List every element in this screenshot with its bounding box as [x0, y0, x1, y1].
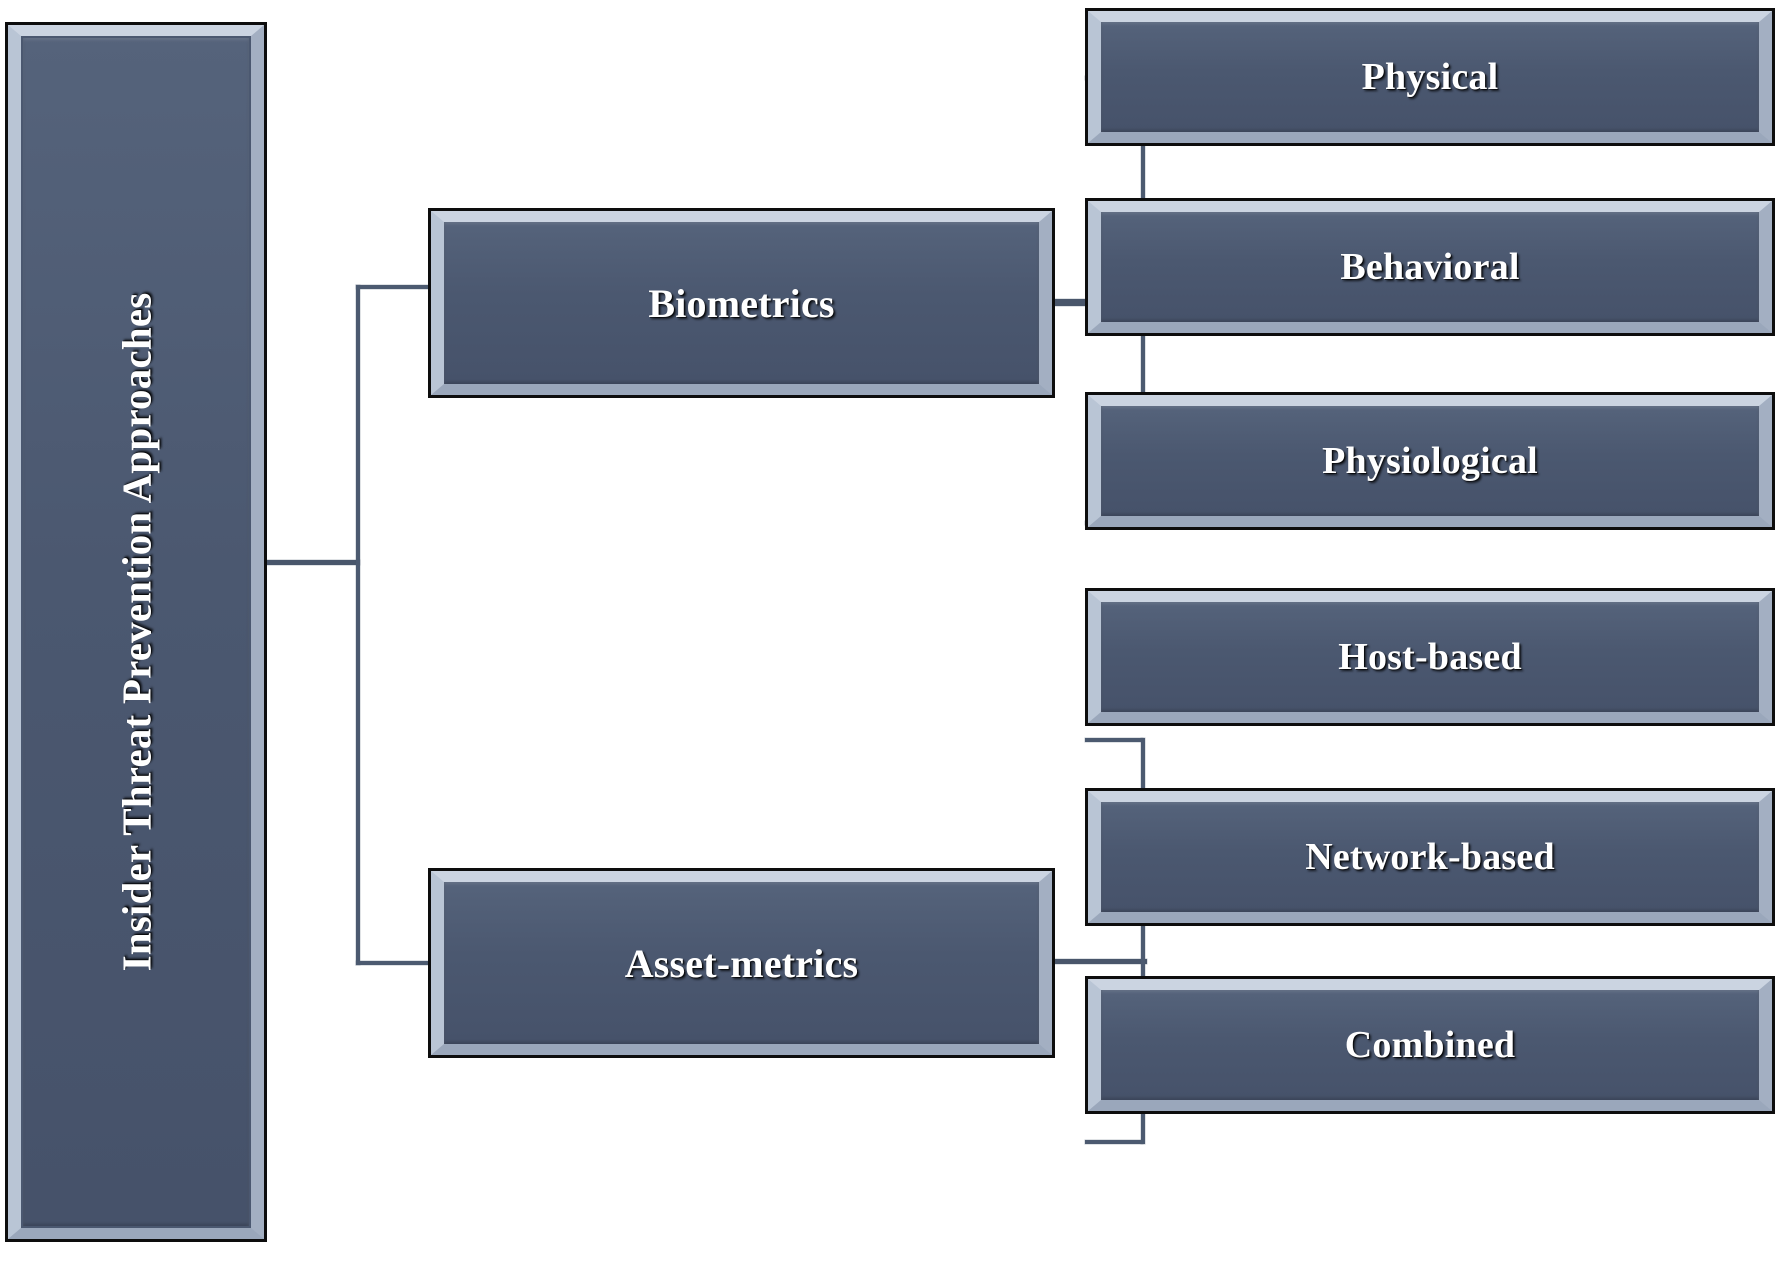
node-behavioral[interactable]: Behavioral [1085, 198, 1775, 336]
node-network-based-label: Network-based [1305, 836, 1555, 878]
node-physiological[interactable]: Physiological [1085, 392, 1775, 530]
node-host-based-label: Host-based [1338, 636, 1522, 678]
node-physical[interactable]: Physical [1085, 8, 1775, 146]
node-behavioral-label: Behavioral [1340, 246, 1520, 288]
node-host-based[interactable]: Host-based [1085, 588, 1775, 726]
diagram-canvas: Insider Threat Prevention Approaches Bio… [0, 0, 1785, 1268]
node-combined-label: Combined [1344, 1024, 1516, 1066]
connector-left-spine [356, 285, 360, 965]
node-physical-label: Physical [1361, 56, 1499, 98]
node-network-based[interactable]: Network-based [1085, 788, 1775, 926]
root-node-label: Insider Threat Prevention Approaches [113, 292, 159, 972]
connector-spine-to-asset-metrics [356, 961, 432, 965]
connector-spine-combined-h [1085, 1140, 1143, 1144]
connector-root-to-spine [265, 560, 360, 565]
root-node-insider-threat-prevention-approaches[interactable]: Insider Threat Prevention Approaches [5, 22, 267, 1242]
node-asset-metrics-label: Asset-metrics [624, 940, 859, 986]
node-combined[interactable]: Combined [1085, 976, 1775, 1114]
connector-spine-host-based-h [1085, 738, 1143, 742]
connector-asset-metrics-to-spine [1052, 959, 1147, 964]
node-physiological-label: Physiological [1322, 440, 1538, 482]
connector-spine-to-biometrics [356, 285, 432, 289]
node-biometrics[interactable]: Biometrics [428, 208, 1055, 398]
node-asset-metrics[interactable]: Asset-metrics [428, 868, 1055, 1058]
node-biometrics-label: Biometrics [648, 280, 835, 326]
